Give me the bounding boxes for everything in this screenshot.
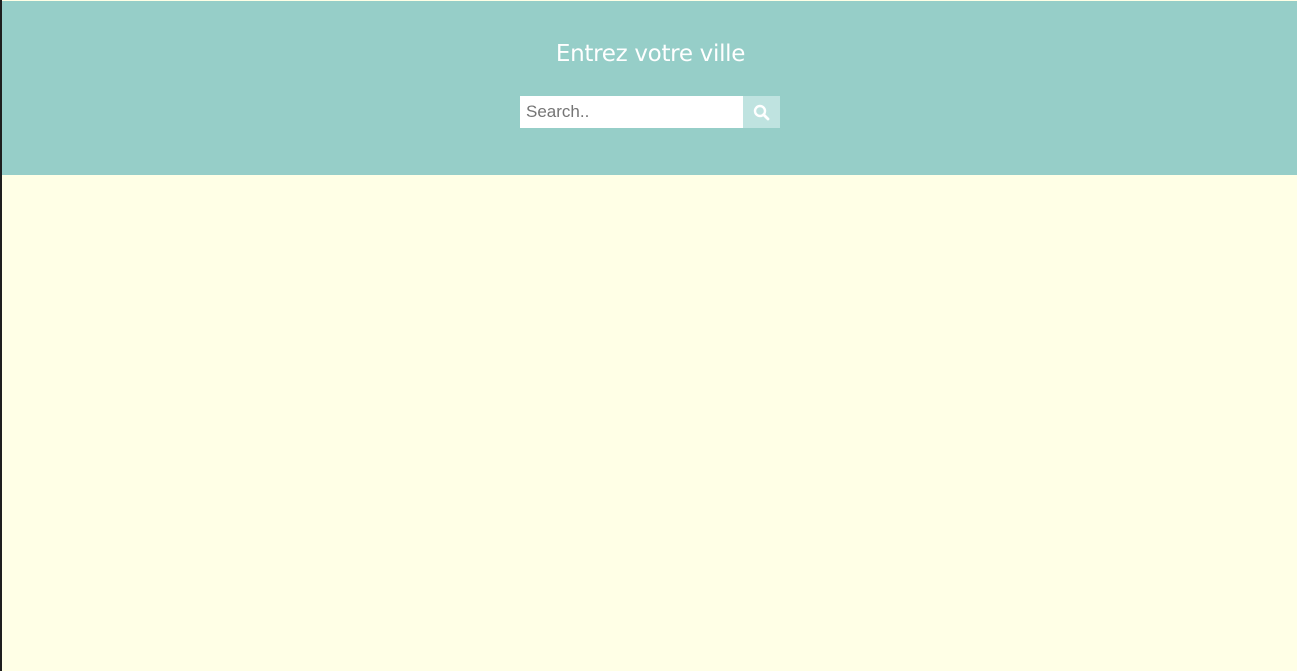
search-button[interactable] [743,96,780,128]
header-banner: Entrez votre ville [2,1,1297,175]
page-body: Entrez votre ville [2,0,1297,671]
page-title: Entrez votre ville [555,41,746,67]
search-form [520,96,780,128]
search-icon [753,104,770,121]
search-input[interactable] [520,96,743,128]
